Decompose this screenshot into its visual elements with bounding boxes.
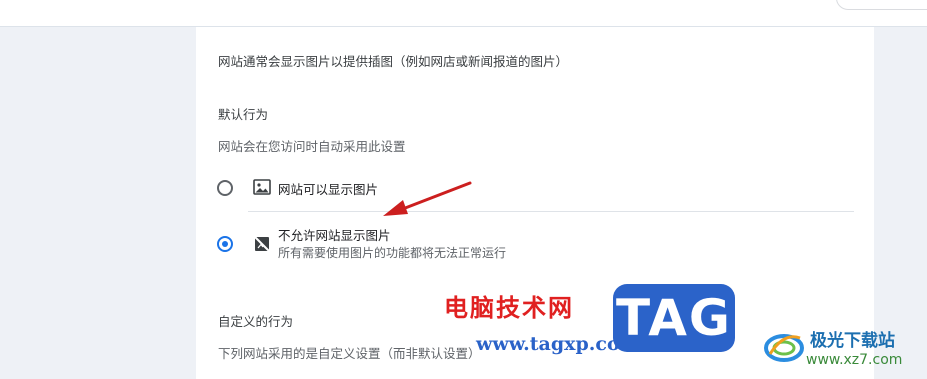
option-block-images-label: 不允许网站显示图片 [278, 228, 391, 243]
aurora-logo-icon [764, 334, 804, 362]
radio-allow-images[interactable] [217, 180, 233, 196]
custom-behavior-subtitle: 下列网站采用的是自定义设置（而非默认设置） [218, 346, 481, 361]
default-behavior-subtitle: 网站会在您访问时自动采用此设置 [218, 139, 406, 154]
option-allow-images[interactable]: 网站可以显示图片 [214, 169, 864, 205]
images-description: 网站通常会显示图片以提供插图（例如网店或新闻报道的图片） [218, 54, 569, 69]
options-divider [248, 211, 854, 212]
watermark-site-cn: 极光下载站 [810, 331, 895, 351]
watermark-site-url: www.xz7.com [806, 352, 903, 368]
option-block-images[interactable]: 不允许网站显示图片 所有需要使用图片的功能都将无法正常运行 [214, 223, 864, 267]
custom-behavior-title: 自定义的行为 [218, 314, 294, 329]
watermark-tag-logo: TAG [613, 284, 735, 352]
default-behavior-title: 默认行为 [218, 107, 269, 122]
option-allow-images-label: 网站可以显示图片 [278, 182, 379, 197]
watermark-brand-cn: 电脑技术网 [444, 294, 574, 322]
image-off-icon [254, 236, 270, 252]
option-block-images-sublabel: 所有需要使用图片的功能都将无法正常运行 [278, 246, 507, 260]
search-field[interactable] [836, 0, 927, 10]
image-icon [253, 179, 271, 195]
top-bar [0, 0, 927, 27]
radio-block-images[interactable] [217, 236, 233, 252]
